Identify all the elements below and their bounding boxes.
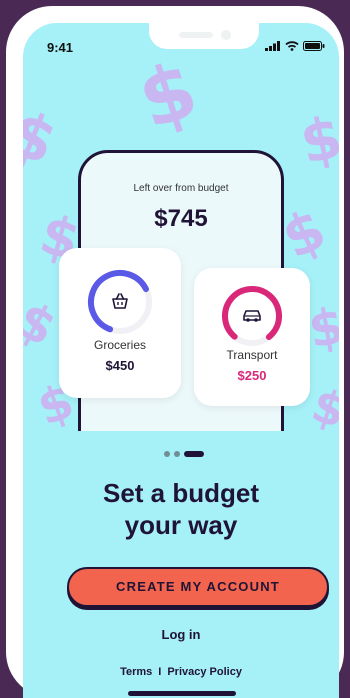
category-card-transport: Transport $250 bbox=[194, 268, 310, 406]
phone-notch bbox=[149, 23, 259, 49]
home-indicator bbox=[128, 691, 236, 696]
dollar-pattern-icon: $ bbox=[23, 290, 66, 358]
dollar-pattern-icon: $ bbox=[304, 296, 339, 360]
status-icons bbox=[265, 41, 325, 51]
headline-line-1: Set a budget bbox=[102, 478, 259, 508]
page-dot-3-active[interactable] bbox=[184, 451, 204, 457]
transport-amount: $250 bbox=[237, 368, 267, 383]
status-time: 9:41 bbox=[47, 40, 74, 55]
groceries-label: Groceries bbox=[93, 338, 146, 352]
groceries-amount: $450 bbox=[105, 358, 135, 373]
dollar-pattern-icon: $ bbox=[294, 102, 339, 178]
headline-line-2: your way bbox=[124, 510, 238, 540]
privacy-policy-link[interactable]: Privacy Policy bbox=[167, 666, 242, 678]
dollar-pattern-icon: $ bbox=[128, 63, 208, 148]
illustration: $ $ $ $ $ $ $ $ $ Left over from budget … bbox=[23, 63, 339, 431]
headline: Set a budget your way bbox=[23, 477, 339, 541]
basket-icon bbox=[112, 293, 128, 309]
transport-label: Transport bbox=[226, 348, 278, 362]
car-icon bbox=[243, 310, 261, 322]
page-dot-1[interactable] bbox=[164, 451, 170, 457]
signal-icon bbox=[265, 41, 280, 51]
create-account-button[interactable]: CREATE MY ACCOUNT bbox=[67, 567, 329, 607]
speaker-grill bbox=[179, 32, 213, 38]
wifi-icon bbox=[285, 41, 299, 51]
login-link[interactable]: Log in bbox=[23, 627, 339, 642]
camera-dot bbox=[221, 30, 231, 40]
footer-separator: I bbox=[158, 666, 162, 678]
app-screen: 9:41 $ $ $ $ $ $ $ $ $ Left over from bu… bbox=[23, 23, 339, 698]
pagination-dots bbox=[164, 451, 204, 457]
budget-caption: Left over from budget bbox=[133, 183, 229, 194]
dollar-pattern-icon: $ bbox=[23, 95, 67, 180]
category-card-groceries: Groceries $450 bbox=[59, 248, 181, 398]
phone-frame: 9:41 $ $ $ $ $ $ $ $ $ Left over from bu… bbox=[6, 6, 344, 698]
battery-icon bbox=[303, 41, 325, 51]
budget-amount: $745 bbox=[154, 205, 208, 232]
dollar-pattern-icon: $ bbox=[305, 377, 339, 431]
page-dot-2[interactable] bbox=[174, 451, 180, 457]
footer-links: Terms I Privacy Policy bbox=[23, 666, 339, 678]
terms-link[interactable]: Terms bbox=[120, 666, 152, 678]
